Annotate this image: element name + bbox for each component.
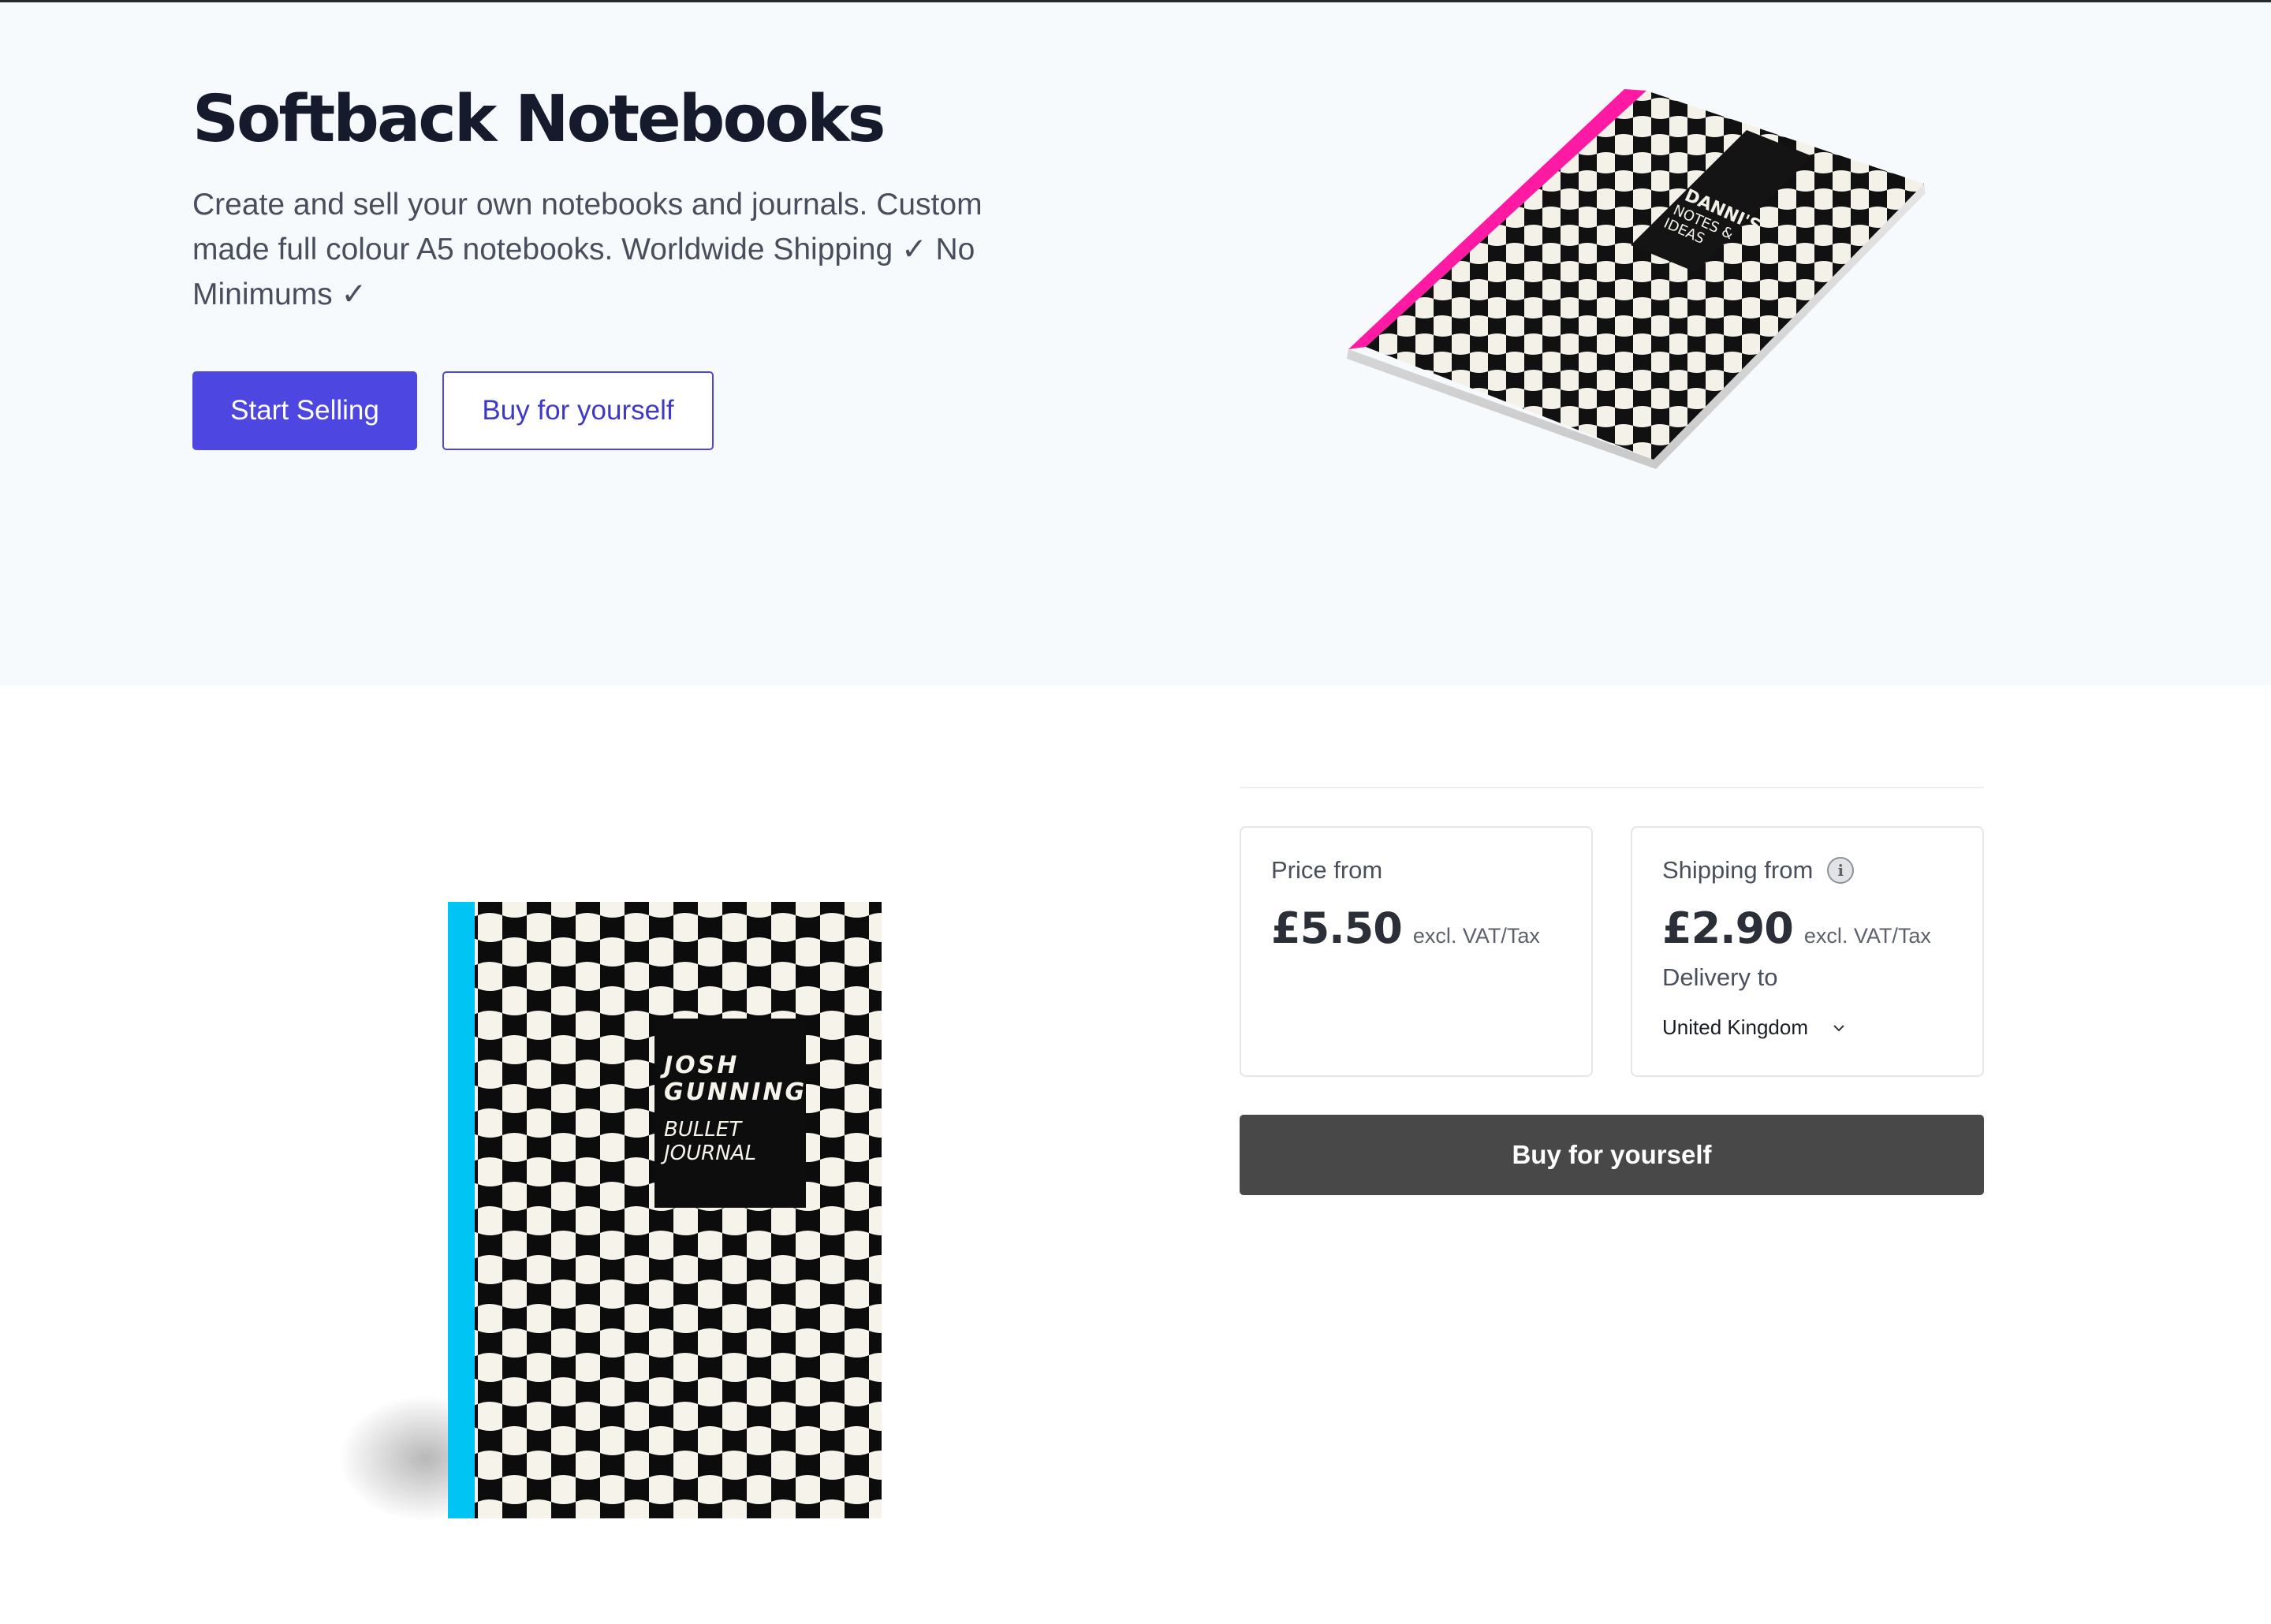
price-card: Price from £5.50 excl. VAT/Tax (1240, 826, 1593, 1077)
product-notebook-cover-text-3: BULLET (664, 1118, 743, 1142)
product-notebook-cover-text: JOSH (660, 1052, 739, 1079)
divider (1240, 787, 1984, 788)
price-amount: £5.50 (1271, 903, 1403, 953)
product-notebook-image: JOSH GUNNING BULLET JOURNAL (331, 891, 899, 1537)
page-title: Softback Notebooks (192, 82, 886, 157)
shipping-card: Shipping from i £2.90 excl. VAT/Tax Deli… (1631, 826, 1984, 1077)
delivery-label: Delivery to (1662, 963, 1778, 991)
country-select-value: United Kingdom (1662, 1015, 1808, 1039)
shipping-tax-note: excl. VAT/Tax (1803, 924, 1931, 948)
hero-description: Create and sell your own notebooks and j… (192, 188, 983, 311)
country-select[interactable]: United Kingdom (1662, 1015, 1846, 1040)
shipping-label: Shipping from (1662, 856, 1814, 884)
start-selling-button[interactable]: Start Selling (192, 371, 417, 450)
chevron-down-icon (1833, 1024, 1844, 1031)
product-notebook-cover-text-4: JOURNAL (660, 1142, 756, 1165)
price-tax-note: excl. VAT/Tax (1412, 924, 1540, 948)
shipping-amount: £2.90 (1662, 903, 1794, 953)
price-line: £5.50 excl. VAT/Tax (1271, 903, 1540, 953)
buy-for-yourself-button-hero[interactable]: Buy for yourself (442, 371, 714, 450)
hero-notebook-image: DANNI'S NOTES & IDEAS (1325, 81, 1956, 491)
shipping-price-line: £2.90 excl. VAT/Tax (1662, 903, 1931, 953)
buy-for-yourself-button[interactable]: Buy for yourself (1240, 1115, 1984, 1195)
info-icon[interactable]: i (1827, 857, 1855, 884)
shipping-label-row: Shipping from i (1662, 856, 1855, 885)
price-label: Price from (1271, 856, 1383, 884)
hero-section: Softback Notebooks Create and sell your … (0, 2, 2271, 685)
product-notebook-cover-text-2: GUNNING (664, 1078, 807, 1106)
